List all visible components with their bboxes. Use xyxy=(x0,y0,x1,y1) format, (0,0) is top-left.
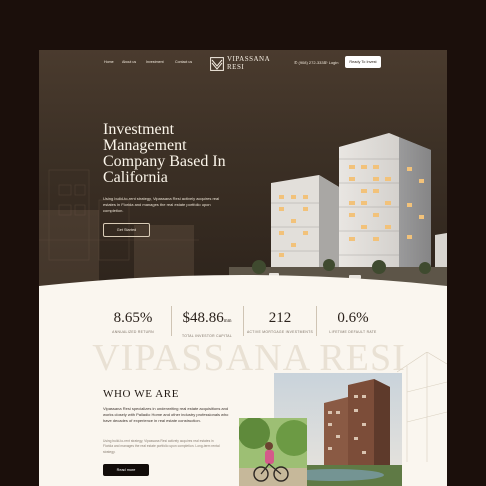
nav-link-home[interactable]: Home xyxy=(104,60,114,64)
nav-link-investment[interactable]: Investment xyxy=(146,60,164,64)
hero-curve-divider xyxy=(39,275,447,288)
hero-section: Home About us Investment Contact us VIPA… xyxy=(39,50,447,288)
decorative-building-lines xyxy=(397,352,447,462)
get-started-button[interactable]: Get Started xyxy=(103,223,150,237)
stat-value: $48.86 xyxy=(182,310,224,326)
logo-mark-icon xyxy=(210,57,224,71)
stat-label: ANNUALIZED RETURN xyxy=(112,330,154,334)
stat-unit: mm xyxy=(223,319,232,324)
phone-icon: ✆ xyxy=(294,60,298,65)
who-we-are-heading: WHO WE ARE xyxy=(103,388,180,400)
cyclist-photo xyxy=(239,418,307,486)
top-navigation: Home About us Investment Contact us VIPA… xyxy=(39,50,447,78)
who-we-are-paragraph: Vipassana Resi specializes in underwriti… xyxy=(103,406,229,423)
stat-value-wrap: $48.86mm xyxy=(173,310,241,330)
stat-lifetime-default-rate: 0.6% LIFETIME DEFAULT RATE xyxy=(319,310,387,334)
ready-to-invest-button[interactable]: Ready To Invest xyxy=(345,56,381,68)
logo-line-2: RESI xyxy=(227,62,245,71)
user-icon: ⚇ xyxy=(324,60,328,65)
hero-description: Using build-to-rent strategy, Vipassana … xyxy=(103,196,220,213)
read-more-button[interactable]: Read more xyxy=(103,464,149,476)
stat-label: ACTIVE MORTGAGE INVESTMENTS xyxy=(246,330,314,334)
who-we-are-subparagraph: Using build-to-rent strategy, Vipassana … xyxy=(103,439,220,454)
landing-page: Home About us Investment Contact us VIPA… xyxy=(39,50,447,486)
nav-link-contact-us[interactable]: Contact us xyxy=(175,60,192,64)
login-label: Login xyxy=(328,60,339,65)
stat-value: 8.65% xyxy=(113,310,153,326)
stat-label: LIFETIME DEFAULT RATE xyxy=(329,330,377,334)
stat-divider xyxy=(316,306,317,336)
stat-active-mortgage-investments: 212 ACTIVE MORTGAGE INVESTMENTS xyxy=(246,310,314,334)
phone-number-link[interactable]: ✆ (908) 272-3333 xyxy=(294,60,326,65)
stat-annualized-return: 8.65% ANNUALIZED RETURN xyxy=(99,310,167,334)
hero-title: Investment Management Company Based In C… xyxy=(103,121,226,186)
logo-text: VIPASSANA RESI xyxy=(227,55,270,71)
stat-value: 212 xyxy=(268,310,292,326)
phone-number-text: (908) 272-3333 xyxy=(298,60,326,65)
apartment-buildings-image xyxy=(229,133,447,288)
stat-divider xyxy=(243,306,244,336)
stat-total-investor-capital: $48.86mm TOTAL INVESTOR CAPITAL xyxy=(173,310,241,338)
login-link[interactable]: ⚇ Login xyxy=(324,60,339,65)
stat-divider xyxy=(171,306,172,336)
stat-value: 0.6% xyxy=(337,310,369,326)
nav-link-about-us[interactable]: About us xyxy=(122,60,136,64)
